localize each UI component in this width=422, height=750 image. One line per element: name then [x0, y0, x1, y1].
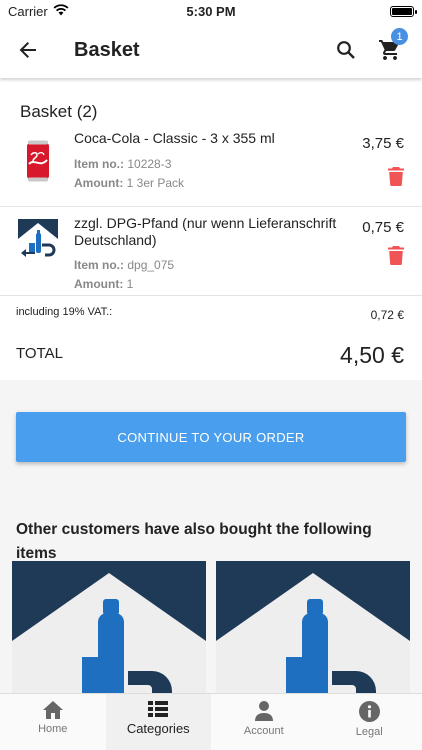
recommendations-title: Other customers have also bought the fol…: [16, 521, 372, 562]
item-price: 0,75 €: [362, 219, 404, 236]
item-amount-value: 1: [126, 277, 134, 291]
status-time: 5:30 PM: [186, 3, 236, 19]
vat-value: 0,72 €: [370, 308, 404, 322]
vat-row: including 19% VAT.: 0,72 €: [0, 295, 422, 329]
dpg-deposit-logo-icon: [16, 217, 60, 263]
item-number-value: dpg_075: [127, 258, 175, 272]
item-amount-label: Amount:: [74, 176, 124, 190]
item-amount: Amount: 1: [74, 277, 133, 291]
recommended-product-card[interactable]: [12, 561, 206, 693]
trash-icon: [388, 166, 404, 186]
dpg-deposit-logo-icon: [12, 561, 206, 693]
dpg-deposit-logo-icon: [216, 561, 410, 693]
info-icon: [358, 701, 380, 722]
coca-cola-can-icon: [16, 138, 60, 184]
item-number: Item no.: 10228-3: [74, 157, 171, 171]
item-amount-label: Amount:: [74, 277, 124, 291]
basket-heading: Basket (2): [20, 102, 98, 121]
nav-label: Legal: [355, 726, 383, 738]
cart-button[interactable]: 1: [368, 22, 412, 78]
item-name: Coca-Cola - Classic - 3 x 355 ml: [74, 130, 275, 146]
delete-item-button[interactable]: [385, 164, 407, 188]
delete-item-button[interactable]: [385, 243, 407, 267]
back-arrow-icon: [19, 42, 36, 58]
nav-item-legal[interactable]: Legal: [317, 694, 422, 750]
nav-item-home[interactable]: Home: [0, 694, 106, 750]
bottom-navigation: Home Categories Account Legal: [0, 693, 422, 750]
search-icon: [337, 41, 355, 59]
page-title: Basket: [74, 38, 140, 61]
basket-item: Coca-Cola - Classic - 3 x 355 ml Item no…: [0, 128, 422, 200]
home-icon: [42, 701, 63, 719]
basket-panel: Basket (2) Coca-Cola - Classic - 3 x 355…: [0, 78, 422, 380]
nav-label: Account: [243, 725, 284, 737]
search-button[interactable]: [324, 22, 368, 78]
item-number-label: Item no.:: [74, 157, 124, 171]
battery-icon: [390, 5, 417, 17]
item-number-label: Item no.:: [74, 258, 124, 272]
back-button[interactable]: [0, 22, 56, 78]
item-price: 3,75 €: [362, 135, 404, 152]
item-number-value: 10228-3: [127, 157, 172, 171]
item-name: zzgl. DPG-Pfand (nur wenn Lieferanschrif…: [74, 215, 337, 248]
nav-label: Categories: [126, 721, 190, 736]
nav-label: Home: [38, 723, 68, 735]
trash-icon: [388, 245, 404, 265]
account-icon: [254, 701, 273, 721]
total-value: 4,50 €: [340, 342, 404, 368]
nav-item-account[interactable]: Account: [211, 694, 317, 750]
continue-to-order-button[interactable]: CONTINUE TO YOUR ORDER: [16, 412, 406, 462]
status-bar: Carrier 5:30 PM: [0, 0, 422, 22]
vat-label: including 19% VAT.:: [16, 306, 113, 318]
total-label: TOTAL: [16, 345, 63, 362]
nav-item-categories[interactable]: Categories: [105, 694, 211, 750]
cart-count-badge: 1: [391, 28, 408, 45]
recommended-product-card[interactable]: [216, 561, 410, 693]
item-amount: Amount: 1 3er Pack: [74, 176, 184, 190]
app-bar: Basket 1: [0, 22, 422, 78]
basket-item: zzgl. DPG-Pfand (nur wenn Lieferanschrif…: [0, 206, 422, 296]
item-number: Item no.: dpg_075: [74, 258, 174, 272]
categories-icon: [148, 701, 169, 717]
item-amount-value: 1 3er Pack: [126, 176, 185, 190]
